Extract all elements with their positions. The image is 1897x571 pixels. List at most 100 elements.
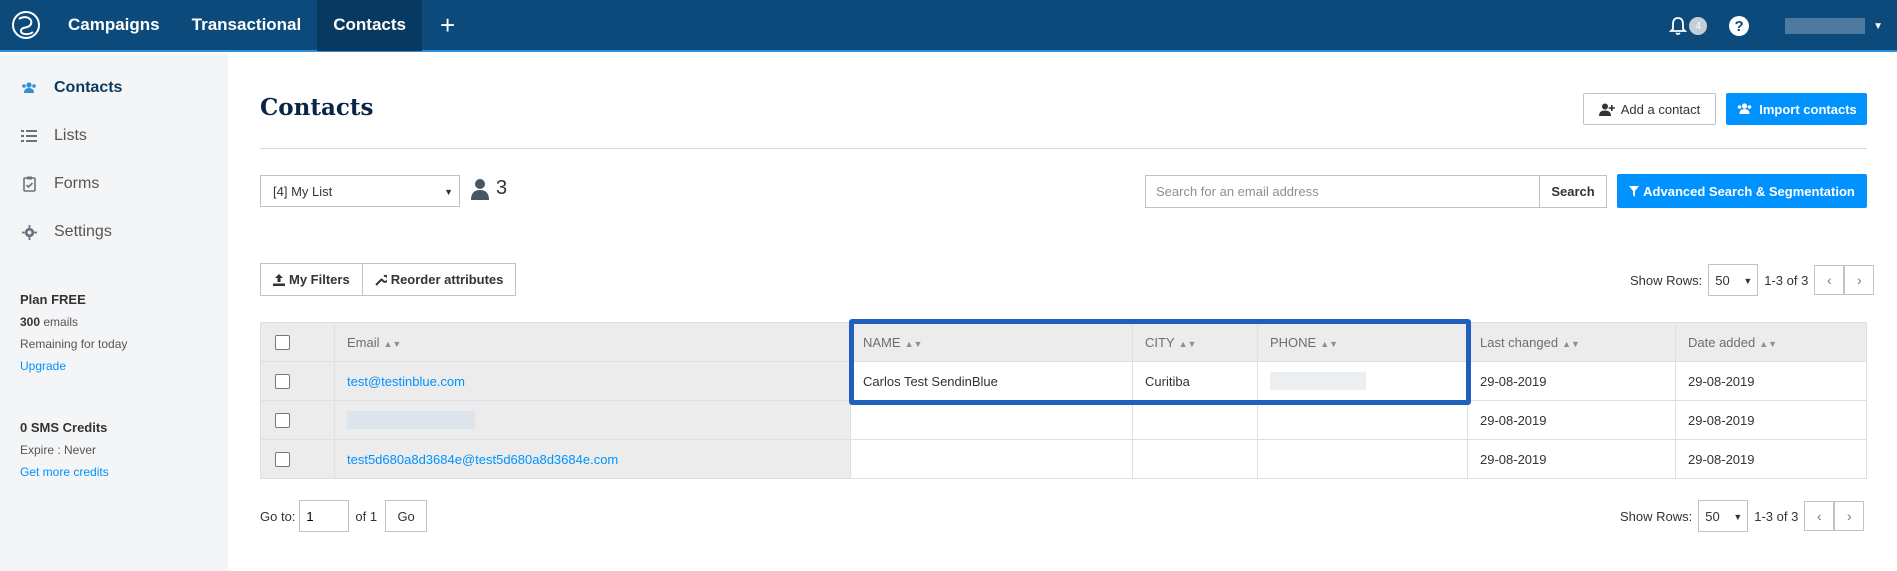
get-more-credits-link[interactable]: Get more credits [20, 465, 109, 479]
last-changed-cell: 29-08-2019 [1467, 361, 1676, 401]
filter-icon [1629, 185, 1640, 197]
column-header-last-changed[interactable]: Last changed ▲▼ [1467, 322, 1676, 362]
row-checkbox[interactable] [275, 374, 290, 390]
sort-icon: ▲▼ [1320, 338, 1339, 349]
list-select-value: [4] My List [273, 183, 333, 199]
search-button[interactable]: Search [1539, 175, 1607, 208]
bell-icon [1669, 17, 1688, 35]
next-page-button[interactable]: › [1844, 265, 1875, 295]
sidebar-item-settings[interactable]: Settings [0, 208, 228, 256]
last-changed-cell: 29-08-2019 [1467, 439, 1676, 479]
email-link[interactable]: test5d680a8d3684e@test5d680a8d3684e.com [347, 452, 618, 467]
column-label: Date added [1688, 334, 1756, 350]
email-search-input[interactable] [1145, 175, 1540, 208]
column-header-email[interactable]: Email ▲▼ [334, 322, 851, 362]
sendinblue-logo-icon[interactable] [0, 0, 52, 51]
list-select[interactable]: [4] My List ▼ [260, 175, 460, 207]
nav-campaigns[interactable]: Campaigns [52, 0, 176, 51]
name-cell [850, 400, 1133, 440]
dropdown-arrow-icon: ▼ [1733, 512, 1743, 522]
users-icon [20, 82, 38, 94]
select-all-checkbox[interactable] [275, 335, 290, 351]
page-title: Contacts [260, 94, 374, 121]
plan-title: Plan FREE [20, 292, 86, 307]
row-select-cell [260, 439, 335, 479]
chevron-down-icon: ▼ [1873, 20, 1883, 32]
nav-contacts[interactable]: Contacts [317, 0, 422, 51]
account-menu[interactable]: ▼ [1785, 18, 1883, 34]
goto-label: Go to: [260, 508, 296, 524]
table-header-row: Email ▲▼ NAME ▲▼ CITY ▲▼ PHONE ▲▼ Last chang… [260, 322, 1867, 362]
contacts-table: Email ▲▼ NAME ▲▼ CITY ▲▼ PHONE ▲▼ Last chang… [260, 322, 1867, 479]
column-label: Last changed [1480, 334, 1559, 350]
contact-count: 3 [470, 177, 507, 200]
prev-page-button[interactable]: ‹ [1804, 501, 1835, 531]
sidebar-item-lists[interactable]: Lists [0, 112, 228, 160]
date-added-cell: 29-08-2019 [1675, 439, 1867, 479]
user-plus-icon [1598, 103, 1615, 116]
phone-cell [1257, 439, 1468, 479]
column-header-date-added[interactable]: Date added ▲▼ [1675, 322, 1867, 362]
rows-per-page-select[interactable]: 50 ▼ [1708, 264, 1759, 296]
email-cell: test@testinblue.com [334, 361, 851, 401]
select-all-cell [260, 322, 335, 362]
upload-icon [273, 273, 285, 286]
sidebar-item-label: Forms [54, 175, 100, 192]
rows-per-page-select[interactable]: 50 ▼ [1698, 500, 1749, 532]
pagination-top: Show Rows: 50 ▼ 1-3 of 3 ‹ › [1630, 264, 1875, 296]
sidebar-item-forms[interactable]: Forms [0, 160, 228, 208]
city-cell [1132, 400, 1258, 440]
nav-transactional[interactable]: Transactional [176, 0, 318, 51]
range-label: 1-3 of 3 [1754, 508, 1799, 524]
sms-expire: Expire : Never [20, 443, 97, 457]
column-label: NAME [863, 334, 901, 350]
list-icon [20, 129, 38, 143]
column-header-name[interactable]: NAME ▲▼ [850, 322, 1133, 362]
sidebar-item-label: Contacts [54, 79, 123, 96]
email-link[interactable]: test@testinblue.com [347, 374, 465, 389]
column-header-city[interactable]: CITY ▲▼ [1132, 322, 1258, 362]
dropdown-arrow-icon: ▼ [444, 187, 453, 197]
account-name-redacted [1785, 18, 1866, 34]
notification-badge: 4 [1689, 17, 1708, 35]
help-icon[interactable]: ? [1729, 16, 1750, 36]
prev-page-button[interactable]: ‹ [1814, 265, 1845, 295]
sidebar-item-label: Lists [54, 127, 87, 144]
plan-emails: 300 emails [20, 315, 79, 329]
date-added-cell: 29-08-2019 [1675, 361, 1867, 401]
sidebar-item-contacts[interactable]: Contacts [0, 64, 228, 112]
last-changed-cell: 29-08-2019 [1467, 400, 1676, 440]
row-checkbox[interactable] [275, 452, 290, 468]
email-redacted[interactable] [347, 411, 475, 429]
upgrade-link[interactable]: Upgrade [20, 359, 127, 373]
plan-info: Plan FREE 300 emails Remaining for today… [20, 292, 127, 381]
column-header-phone[interactable]: PHONE ▲▼ [1257, 322, 1468, 362]
email-cell [334, 400, 851, 440]
notifications-button[interactable]: 4 [1669, 16, 1708, 36]
top-right-controls: 4 ? ▼ [1669, 0, 1897, 52]
city-cell: Curitiba [1132, 361, 1258, 401]
users-icon [1737, 103, 1752, 114]
wrench-icon [374, 274, 387, 286]
advanced-search-button[interactable]: Advanced Search & Segmentation [1617, 174, 1867, 208]
row-select-cell [260, 400, 335, 440]
import-contacts-button[interactable]: Import contacts [1726, 93, 1867, 125]
goto-page-input[interactable] [299, 500, 350, 532]
range-label: 1-3 of 3 [1764, 272, 1809, 288]
add-contact-button[interactable]: Add a contact [1583, 93, 1716, 125]
rows-value: 50 [1715, 272, 1730, 288]
row-checkbox[interactable] [275, 413, 290, 429]
sort-icon: ▲▼ [383, 338, 402, 349]
name-cell: Carlos Test SendinBlue [850, 361, 1133, 401]
clipboard-icon [20, 176, 38, 192]
next-page-button[interactable]: › [1834, 501, 1865, 531]
user-icon [471, 178, 489, 200]
sms-title: 0 SMS Credits [20, 420, 108, 435]
advanced-search-label: Advanced Search & Segmentation [1643, 183, 1855, 199]
reorder-attributes-button[interactable]: Reorder attributes [361, 264, 516, 295]
city-cell [1132, 439, 1258, 479]
go-button[interactable]: Go [385, 500, 428, 532]
my-filters-button[interactable]: My Filters [261, 264, 362, 295]
add-plus-icon[interactable]: + [422, 0, 473, 51]
gear-icon [20, 224, 38, 240]
